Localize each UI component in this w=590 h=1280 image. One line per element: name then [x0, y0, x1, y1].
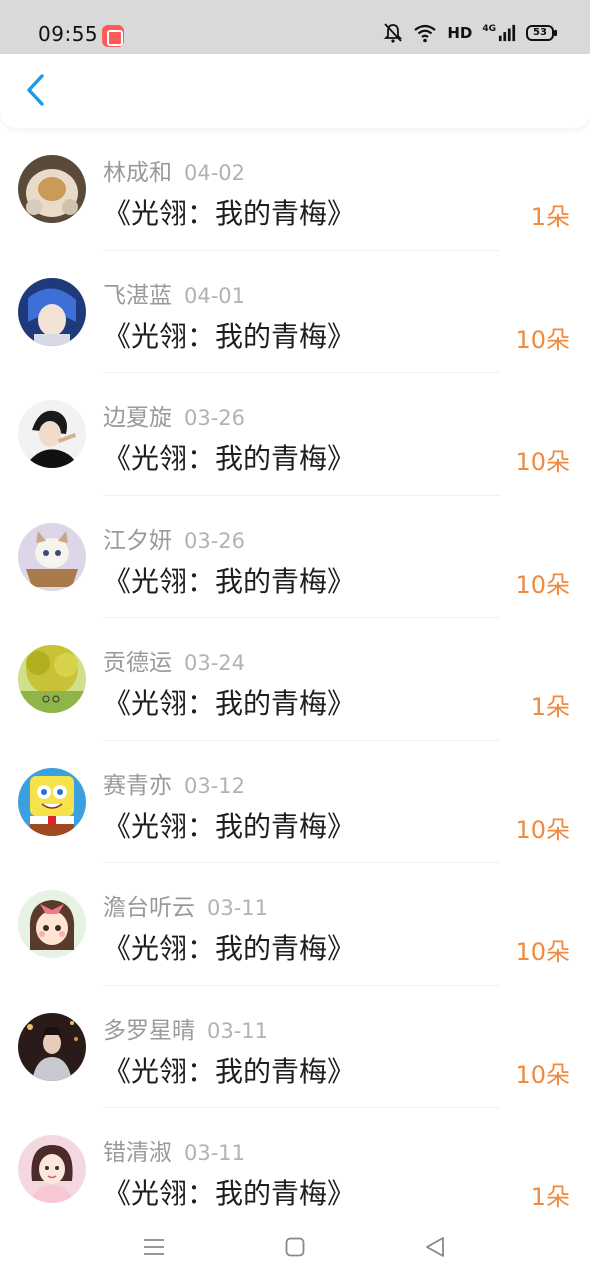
menu-button[interactable] [136, 1231, 172, 1263]
book-title: 《光翎：我的青梅》 [103, 809, 356, 843]
triangle-back-icon [426, 1237, 444, 1257]
avatar[interactable] [18, 155, 86, 223]
flower-count: 10朵 [515, 570, 570, 599]
list-item[interactable]: 赛青亦 03-12 《光翎：我的青梅》 10朵 [0, 741, 590, 863]
user-name: 多罗星晴 [103, 1017, 195, 1044]
app-notification-icon [102, 25, 124, 47]
gift-record-list: 林成和 04-02 《光翎：我的青梅》 1朵 飞湛蓝 04-01 《光翎：我的青梅》… [0, 128, 590, 1231]
list-item[interactable]: 林成和 04-02 《光翎：我的青梅》 1朵 [0, 128, 590, 251]
list-item-meta: 多罗星晴 03-11 [103, 1011, 268, 1045]
signal-strength-icon [498, 24, 516, 42]
flower-count: 10朵 [515, 938, 570, 966]
user-name: 边夏旋 [103, 405, 172, 431]
list-item[interactable]: 边夏旋 03-26 《光翎：我的青梅》 10朵 [0, 373, 590, 496]
list-item[interactable]: 飞湛蓝 04-01 《光翎：我的青梅》 10朵 [0, 251, 590, 373]
user-name: 林成和 [103, 160, 172, 186]
list-item-meta: 赛青亦 03-12 [103, 766, 245, 800]
book-title: 《光翎：我的青梅》 [103, 932, 356, 965]
book-title: 《光翎：我的青梅》 [103, 1177, 356, 1210]
home-square-icon [285, 1237, 305, 1257]
list-item-meta: 错清淑 03-11 [103, 1133, 245, 1167]
list-item-meta: 江夕妍 03-26 [103, 521, 245, 555]
flower-count: 1朵 [530, 203, 570, 231]
mute-icon [384, 23, 403, 43]
date: 03-11 [207, 1018, 269, 1043]
top-app-bar [0, 54, 590, 128]
flower-count: 10朵 [515, 325, 570, 354]
flower-count: 10朵 [515, 815, 570, 844]
flower-count: 1朵 [530, 693, 570, 721]
user-name: 飞湛蓝 [103, 282, 172, 309]
list-item-meta: 林成和 04-02 [103, 153, 245, 187]
list-item-meta: 边夏旋 03-26 [103, 398, 245, 432]
system-navigation-bar [0, 1215, 590, 1280]
list-item-meta: 贡德运 03-24 [103, 643, 245, 677]
book-title: 《光翎：我的青梅》 [103, 319, 356, 353]
flower-count: 10朵 [515, 448, 570, 476]
user-name: 贡德运 [103, 650, 172, 676]
avatar[interactable] [18, 890, 86, 958]
home-button[interactable] [277, 1231, 313, 1263]
date: 03-26 [184, 528, 246, 553]
user-name: 赛青亦 [103, 772, 172, 799]
battery-indicator: 53 [526, 25, 557, 41]
list-item[interactable]: 多罗星晴 03-11 《光翎：我的青梅》 10朵 [0, 986, 590, 1108]
avatar[interactable] [18, 522, 86, 591]
avatar[interactable] [18, 767, 86, 836]
date: 03-11 [184, 1141, 246, 1165]
flower-count: 10朵 [515, 1060, 570, 1089]
date: 03-26 [184, 406, 246, 430]
status-bar: 09:55 HD 4G 53 [0, 0, 590, 54]
user-name: 错清淑 [103, 1140, 172, 1166]
book-title: 《光翎：我的青梅》 [103, 197, 356, 230]
user-name: 澹台听云 [103, 895, 195, 921]
user-name: 江夕妍 [103, 527, 172, 554]
list-item[interactable]: 江夕妍 03-26 《光翎：我的青梅》 10朵 [0, 496, 590, 618]
avatar[interactable] [18, 400, 86, 468]
back-button[interactable] [18, 72, 54, 108]
date: 04-01 [184, 283, 246, 308]
date: 04-02 [184, 161, 246, 185]
list-item[interactable]: 贡德运 03-24 《光翎：我的青梅》 1朵 [0, 618, 590, 741]
avatar[interactable] [18, 277, 86, 346]
avatar[interactable] [18, 1012, 86, 1081]
wifi-icon [414, 24, 437, 43]
status-icons: HD 4G 53 [383, 22, 557, 44]
book-title: 《光翎：我的青梅》 [103, 442, 356, 475]
avatar[interactable] [18, 1135, 86, 1203]
menu-icon [144, 1239, 164, 1255]
book-title: 《光翎：我的青梅》 [103, 1054, 356, 1088]
list-item[interactable]: 错清淑 03-11 《光翎：我的青梅》 1朵 [0, 1108, 590, 1231]
list-item-meta: 澹台听云 03-11 [103, 888, 268, 922]
network-type-label: HD [447, 24, 473, 42]
list-item[interactable]: 澹台听云 03-11 《光翎：我的青梅》 10朵 [0, 863, 590, 986]
date: 03-11 [207, 896, 269, 920]
book-title: 《光翎：我的青梅》 [103, 564, 356, 598]
list-item-meta: 飞湛蓝 04-01 [103, 276, 245, 310]
signal-type-label: 4G [482, 24, 496, 34]
back-nav-button[interactable] [417, 1231, 453, 1263]
date: 03-24 [184, 651, 246, 675]
chevron-left-icon [27, 74, 44, 106]
avatar[interactable] [18, 645, 86, 713]
signal-group: 4G [482, 22, 516, 44]
book-title: 《光翎：我的青梅》 [103, 687, 356, 720]
date: 03-12 [184, 773, 246, 798]
status-time: 09:55 [38, 22, 99, 46]
flower-count: 1朵 [530, 1183, 570, 1211]
